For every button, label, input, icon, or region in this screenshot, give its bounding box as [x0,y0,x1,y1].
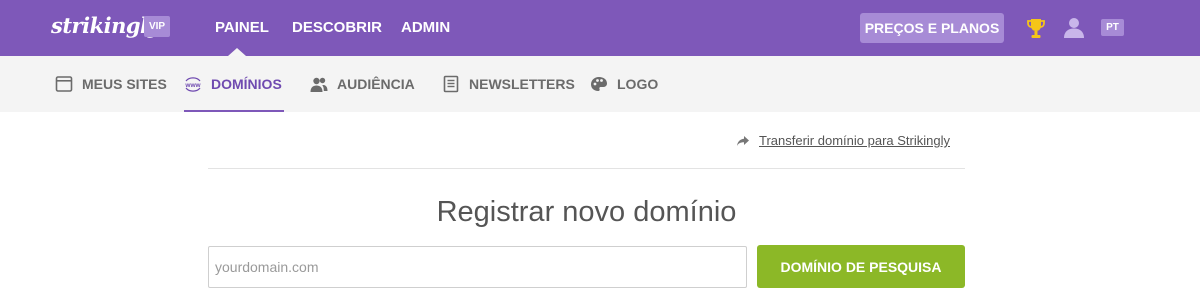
vip-badge: VIP [144,16,170,37]
nav-admin[interactable]: ADMIN [401,0,450,56]
users-icon [310,77,328,92]
subnav-item-newsletters[interactable]: NEWSLETTERS [442,56,575,112]
subnav-label: DOMÍNIOS [211,76,282,92]
transfer-domain-link[interactable]: Transferir domínio para Strikingly [736,133,950,148]
search-domain-button[interactable]: DOMÍNIO DE PESQUISA [757,245,965,288]
subnav-item-meus-sites[interactable]: MEUS SITES [55,56,167,112]
browser-window-icon [55,76,73,92]
subnav-label: AUDIÊNCIA [337,76,415,92]
subnav-label: NEWSLETTERS [469,76,575,92]
user-icon[interactable] [1063,16,1085,38]
subnav-label: LOGO [617,76,659,92]
subnav-item-audiencia[interactable]: AUDIÊNCIA [310,56,415,112]
palette-icon [591,77,607,91]
subnav-label: MEUS SITES [82,76,167,92]
active-nav-caret [228,48,246,56]
domain-search-input[interactable] [208,246,747,288]
trophy-icon[interactable] [1026,17,1046,39]
subnav-item-logo[interactable]: LOGO [590,56,658,112]
nav-descobrir[interactable]: DESCOBRIR [292,0,382,56]
strikingly-logo[interactable]: strikingly [51,13,160,38]
newsletter-icon [443,75,459,93]
svg-text:www: www [184,82,201,89]
share-arrow-icon [737,135,749,146]
pricing-plans-button[interactable]: PREÇOS E PLANOS [860,13,1004,43]
transfer-domain-text: Transferir domínio para Strikingly [759,133,950,148]
page-title: Registrar novo domínio [436,196,737,228]
www-icon: www [184,77,202,92]
subnav-item-dominios[interactable]: www DOMÍNIOS [184,56,284,112]
divider [208,168,965,169]
sub-nav: MEUS SITES www DOMÍNIOS AUDIÊNCIA NEWSLE… [0,56,1200,112]
top-bar: strikingly VIP PAINEL DESCOBRIR ADMIN PR… [0,0,1200,56]
language-selector[interactable]: PT [1101,19,1124,36]
